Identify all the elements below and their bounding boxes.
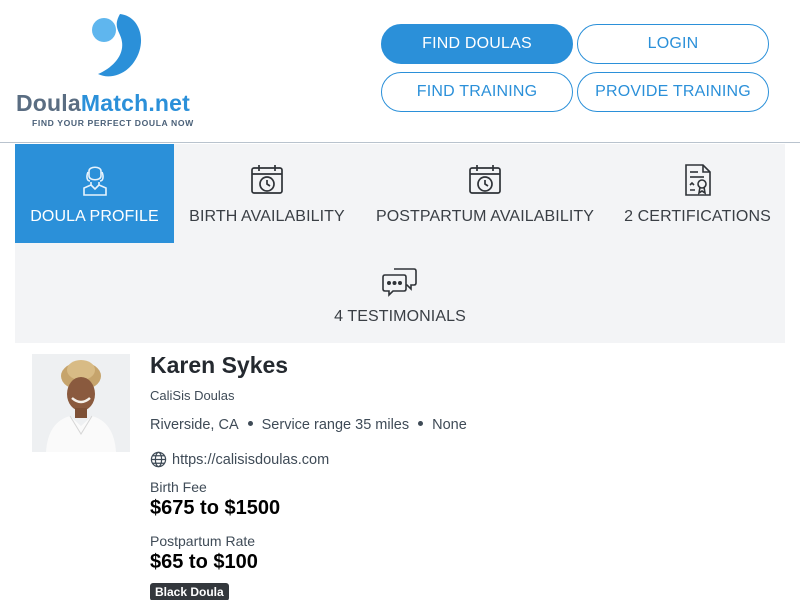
tab-label: POSTPARTUM AVAILABILITY — [375, 208, 595, 225]
extra-text: None — [432, 417, 467, 433]
globe-icon — [150, 451, 167, 468]
certificate-icon — [684, 164, 711, 196]
tab-label: 4 TESTIMONIALS — [334, 308, 466, 325]
tab-birth-availability[interactable]: BIRTH AVAILABILITY — [174, 144, 360, 243]
website-link[interactable]: https://calisisdoulas.com — [172, 452, 329, 468]
chat-bubbles-icon — [382, 268, 417, 297]
login-button[interactable]: LOGIN — [577, 24, 769, 64]
service-range-text: Service range 35 miles — [261, 417, 410, 433]
tab-label: 2 CERTIFICATIONS — [624, 208, 771, 225]
black-doula-badge: Black Doula — [150, 583, 229, 600]
doula-name: Karen Sykes — [150, 352, 289, 378]
profile-tabs: DOULA PROFILE BIRTH AVAILABILITY POSTPAR — [15, 144, 785, 343]
postpartum-rate-label: Postpartum Rate — [150, 533, 256, 549]
postpartum-rate-value: $65 to $100 — [150, 551, 258, 573]
tab-postpartum-availability[interactable]: POSTPARTUM AVAILABILITY — [360, 144, 610, 243]
logo-wordmark: DoulaMatch.net — [16, 90, 191, 116]
doula-meta: Riverside, CA Service range 35 miles Non… — [150, 417, 467, 433]
logo-mark-icon — [92, 14, 142, 77]
tab-label: DOULA PROFILE — [30, 208, 159, 225]
tab-doula-profile[interactable]: DOULA PROFILE — [15, 144, 174, 243]
location-text: Riverside, CA — [150, 417, 239, 433]
doula-person-icon — [82, 166, 107, 196]
calendar-clock-icon — [469, 165, 501, 194]
logo-tagline: FIND YOUR PERFECT DOULA NOW — [32, 118, 194, 128]
site-header: DoulaMatch.net FIND YOUR PERFECT DOULA N… — [0, 0, 800, 143]
separator-dot — [418, 420, 424, 426]
find-doulas-button[interactable]: FIND DOULAS — [381, 24, 573, 64]
tab-testimonials[interactable]: 4 TESTIMONIALS — [315, 244, 485, 343]
separator-dot — [247, 420, 253, 426]
site-logo[interactable]: DoulaMatch.net FIND YOUR PERFECT DOULA N… — [14, 10, 224, 132]
tab-certifications[interactable]: 2 CERTIFICATIONS — [610, 144, 785, 243]
provide-training-button[interactable]: PROVIDE TRAINING — [577, 72, 769, 112]
doula-photo — [32, 354, 130, 452]
calendar-clock-icon — [251, 165, 283, 194]
website-row[interactable]: https://calisisdoulas.com — [150, 451, 329, 468]
find-training-button[interactable]: FIND TRAINING — [381, 72, 573, 112]
tab-label: BIRTH AVAILABILITY — [189, 208, 345, 225]
doula-agency: CaliSis Doulas — [150, 388, 235, 403]
profile-photo-illustration — [32, 354, 130, 452]
birth-fee-value: $675 to $1500 — [150, 497, 281, 519]
birth-fee-label: Birth Fee — [150, 479, 207, 495]
